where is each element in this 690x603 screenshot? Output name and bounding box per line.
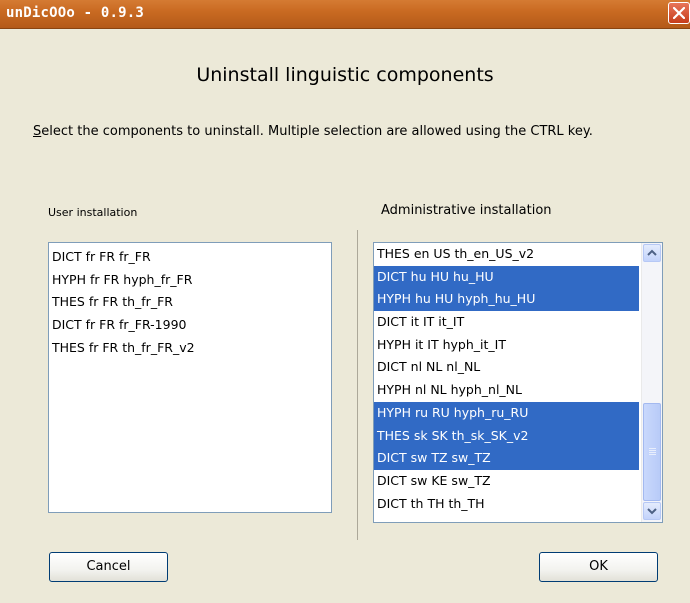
list-item[interactable]: DICT it IT it_IT xyxy=(374,311,639,334)
list-item[interactable]: HYPH hu HU hyph_hu_HU xyxy=(374,288,639,312)
close-icon xyxy=(673,7,685,19)
instructions-text: Select the components to uninstall. Mult… xyxy=(33,122,673,141)
cancel-button[interactable]: Cancel xyxy=(49,552,168,582)
ok-button[interactable]: OK xyxy=(539,552,658,582)
admin-installation-label: Administrative installation xyxy=(381,203,552,218)
admin-installation-list[interactable]: THES en US th_en_US_v2 DICT hu HU hu_HU … xyxy=(373,242,663,523)
scroll-grip xyxy=(649,448,656,456)
list-item[interactable]: DICT nl NL nl_NL xyxy=(374,356,639,379)
list-item[interactable]: THES en US th_en_US_v2 xyxy=(374,243,639,266)
list-item[interactable]: DICT sw KE sw_TZ xyxy=(374,470,639,493)
dialog-heading: Uninstall linguistic components xyxy=(196,64,494,86)
title-bar[interactable]: unDicOOo - 0.9.3 xyxy=(0,0,690,29)
user-installation-label: User installation xyxy=(48,206,138,219)
list-item[interactable]: DICT hu HU hu_HU xyxy=(374,265,639,289)
scroll-down-button[interactable] xyxy=(643,502,661,520)
list-item[interactable]: DICT sw TZ sw_TZ xyxy=(374,447,639,470)
list-item[interactable]: DICT fr FR fr_FR-1990 xyxy=(49,314,331,337)
column-separator xyxy=(357,230,358,540)
close-button[interactable] xyxy=(668,2,690,24)
list-item[interactable]: THES fr FR th_fr_FR_v2 xyxy=(49,337,331,360)
list-item[interactable]: DICT fr FR fr_FR xyxy=(49,246,331,269)
list-item[interactable]: HYPH nl NL hyph_nl_NL xyxy=(374,379,639,402)
user-installation-list[interactable]: DICT fr FR fr_FR HYPH fr FR hyph_fr_FR T… xyxy=(48,242,332,513)
chevron-up-icon xyxy=(647,249,657,256)
list-item[interactable]: THES fr FR th_fr_FR xyxy=(49,291,331,314)
chevron-down-icon xyxy=(647,508,657,515)
list-item[interactable]: HYPH ru RU hyph_ru_RU xyxy=(374,401,639,425)
list-item[interactable]: THES sk SK th_sk_SK_v2 xyxy=(374,424,639,448)
scroll-thumb[interactable] xyxy=(643,403,661,501)
vertical-scrollbar[interactable] xyxy=(641,243,662,522)
scroll-up-button[interactable] xyxy=(643,244,661,262)
dialog-window: unDicOOo - 0.9.3 Uninstall linguistic co… xyxy=(0,0,690,603)
list-item[interactable]: DICT th TH th_TH xyxy=(374,493,639,516)
list-item[interactable]: HYPH fr FR hyph_fr_FR xyxy=(49,269,331,292)
window-title: unDicOOo - 0.9.3 xyxy=(6,5,145,21)
list-item[interactable]: HYPH it IT hyph_it_IT xyxy=(374,334,639,357)
instructions-body: elect the components to uninstall. Multi… xyxy=(41,124,593,139)
